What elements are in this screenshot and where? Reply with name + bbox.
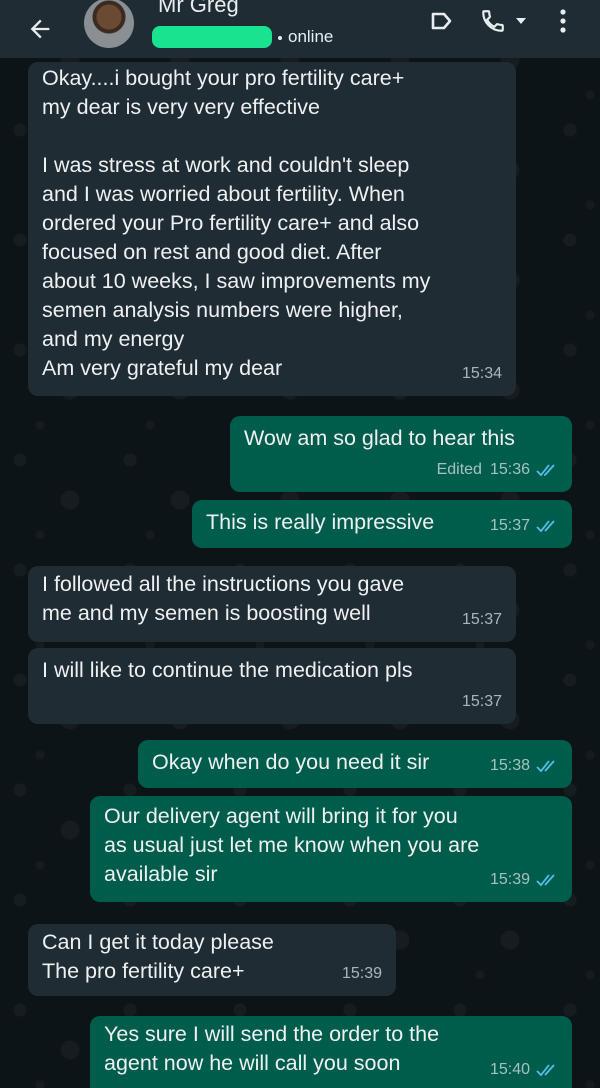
message-time: 15:39 — [341, 965, 382, 982]
message-outgoing[interactable]: Wow am so glad to hear this Edited 15:36 — [230, 416, 572, 492]
message-time: 15:37 — [489, 517, 530, 534]
dropdown-icon[interactable] — [514, 6, 528, 36]
redacted-phone — [152, 26, 272, 48]
message-time: 15:39 — [489, 871, 530, 888]
message-time: 15:36 — [489, 461, 530, 478]
more-options-icon[interactable] — [548, 6, 578, 36]
message-text: I will like to continue the medication p… — [42, 658, 413, 682]
read-receipt-icon — [536, 759, 555, 772]
contact-name[interactable]: Mr Greg — [158, 0, 239, 18]
message-meta: 15:34 — [462, 359, 502, 388]
message-meta: 15:37 — [490, 511, 558, 540]
message-meta: 15:39 — [342, 959, 382, 988]
read-receipt-icon — [536, 873, 555, 886]
message-outgoing[interactable]: Yes sure I will send the order to the ag… — [90, 1016, 572, 1088]
contact-status: online — [278, 27, 333, 47]
message-incoming[interactable]: Okay....i bought your pro fertility care… — [28, 62, 516, 396]
message-meta: 15:40 — [490, 1055, 558, 1084]
read-receipt-icon — [536, 519, 555, 532]
read-receipt-icon — [536, 1063, 555, 1076]
status-text: online — [288, 27, 334, 46]
video-call-icon[interactable] — [428, 6, 458, 36]
message-outgoing[interactable]: Okay when do you need it sir 15:38 — [138, 740, 572, 788]
message-text: Can I get it today please The pro fertil… — [42, 930, 274, 983]
message-text: I followed all the instructions you gave… — [42, 572, 405, 625]
message-meta: 15:38 — [490, 751, 558, 780]
message-incoming[interactable]: I will like to continue the medication p… — [28, 648, 516, 724]
message-time: 15:37 — [461, 693, 502, 710]
header-actions — [428, 6, 578, 36]
message-meta: Edited 15:36 — [437, 455, 558, 484]
message-incoming[interactable]: I followed all the instructions you gave… — [28, 566, 516, 642]
back-arrow-icon[interactable] — [18, 7, 62, 51]
message-time: 15:37 — [461, 611, 502, 628]
message-outgoing[interactable]: Our delivery agent will bring it for you… — [90, 796, 572, 902]
message-meta: 15:39 — [490, 865, 558, 894]
message-incoming[interactable]: Can I get it today please The pro fertil… — [28, 924, 396, 996]
message-text: Wow am so glad to hear this — [244, 426, 515, 450]
edited-label: Edited — [436, 461, 482, 478]
voice-call-icon[interactable] — [478, 6, 508, 36]
message-outgoing[interactable]: This is really impressive 15:37 — [192, 500, 572, 548]
contact-avatar[interactable] — [84, 0, 134, 48]
chat-header: Mr Greg online — [0, 0, 600, 58]
contact-info[interactable]: Mr Greg — [158, 0, 239, 18]
read-receipt-icon — [536, 463, 555, 476]
message-meta: 15:37 — [462, 605, 502, 634]
message-text: Okay....i bought your pro fertility care… — [42, 66, 431, 380]
message-time: 15:38 — [489, 757, 530, 774]
message-meta: 15:37 — [462, 687, 502, 716]
message-time: 15:40 — [489, 1061, 530, 1078]
message-time: 15:34 — [461, 365, 502, 382]
